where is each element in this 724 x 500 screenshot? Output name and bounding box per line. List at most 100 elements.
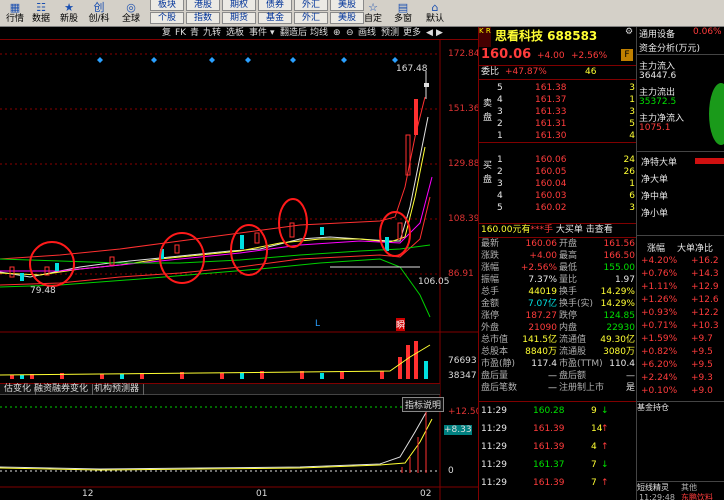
- settings-icon[interactable]: ⚙: [625, 27, 633, 37]
- news-item[interactable]: 11:29:48 东鹏饮料: [637, 493, 724, 500]
- forex-button-top[interactable]: 外汇: [294, 0, 328, 11]
- highlight-circle: [29, 241, 75, 287]
- stat-row: 振幅 7.37% 量比 1.97: [481, 275, 635, 285]
- new-stock-icon[interactable]: ★ 新股: [56, 1, 82, 26]
- big-order-stars: ***手: [530, 225, 554, 235]
- bid-row[interactable]: 1 160.06 24: [479, 154, 637, 166]
- candle: [109, 256, 115, 266]
- ask-row[interactable]: 4 161.37 1: [479, 94, 637, 106]
- main-net-value: 1075.1: [639, 123, 671, 133]
- big-order-link[interactable]: 大买单 击查看: [556, 225, 613, 235]
- event-marker: [97, 57, 103, 63]
- volume-bar: [240, 373, 244, 379]
- x-axis-label: 02: [420, 489, 432, 499]
- ask-row[interactable]: 3 161.33 3: [479, 106, 637, 118]
- bid-row[interactable]: 5 160.02 3: [479, 202, 637, 214]
- industry-tab[interactable]: 通用设备: [639, 27, 675, 40]
- net-small-label: 净小单: [641, 209, 669, 219]
- sector-button[interactable]: 板块: [150, 0, 184, 11]
- options-button[interactable]: 期权: [222, 0, 256, 11]
- ask-row[interactable]: 2 161.31 5: [479, 118, 637, 130]
- global-icon[interactable]: ◎ 全球: [118, 1, 144, 26]
- marker-l: L: [315, 319, 321, 329]
- fund-row[interactable]: +4.20% +16.2: [637, 255, 724, 267]
- net-super-large-bar: [695, 158, 724, 164]
- fund-row[interactable]: +1.59% +9.7: [637, 333, 724, 345]
- market-tag: K R: [479, 27, 491, 47]
- fund-panel: 通用设备 0.06% 资金分析(万元) 主力流入 36447.6 主力流出 35…: [636, 27, 724, 500]
- fund-row[interactable]: +0.71% +10.3: [637, 320, 724, 332]
- ma5-line: [0, 116, 429, 278]
- volume-bar: [20, 375, 24, 379]
- volume-bar: [320, 373, 324, 379]
- event-marker: [245, 57, 251, 63]
- tick-row: 11:29 160.28 9 ↓: [481, 406, 609, 416]
- indicator-tabs: 估变化 融资融券变化 机构预测器: [0, 383, 440, 395]
- futures-button[interactable]: 期货: [222, 12, 256, 24]
- tab-margin-change[interactable]: 融资融券变化: [30, 384, 94, 395]
- hk-stock-button[interactable]: 港股: [186, 0, 220, 11]
- star-market-icon[interactable]: 创创/科: [86, 1, 112, 26]
- ask-row[interactable]: 1 161.30 4: [479, 130, 637, 142]
- fund-row[interactable]: +2.24% +9.3: [637, 372, 724, 384]
- fund-holding-tab[interactable]: 基金持仓: [637, 401, 724, 413]
- fund-row[interactable]: +1.26% +12.6: [637, 294, 724, 306]
- forex-button[interactable]: 外汇: [294, 12, 328, 24]
- f-badge[interactable]: F: [621, 49, 633, 61]
- price-axis-label: 108.39: [448, 214, 480, 224]
- indicator-axis-label: 0: [448, 466, 454, 476]
- volume-bar: [424, 361, 428, 379]
- quotes-icon[interactable]: ▦ 行情: [2, 1, 28, 26]
- news-sub-label: 其他: [681, 483, 697, 492]
- ask-row[interactable]: 5 161.38 3: [479, 82, 637, 94]
- event-marker: [209, 57, 215, 63]
- event-marker: [290, 57, 296, 63]
- bid-row[interactable]: 3 160.04 1: [479, 178, 637, 190]
- kline-chart-panel[interactable]: 复 FK 青 九转 选板 事件 ▾ 翻造后 均线 ⊕ ⊖ 画线 预测 更多 ◀ …: [0, 27, 481, 500]
- event-marker: [151, 57, 157, 63]
- tick-row: 11:29 161.39 14 ↑: [481, 424, 609, 434]
- bid-ask-ratio-label: 委比: [481, 67, 500, 77]
- price-change: +4.00: [537, 51, 565, 61]
- fund-row[interactable]: +0.82% +9.5: [637, 346, 724, 358]
- volume-bar: [120, 374, 124, 379]
- tick-arrow-icon: ↑: [601, 478, 609, 488]
- individual-stock-button[interactable]: 个股: [150, 12, 184, 24]
- home-icon[interactable]: ⌂ 默认: [420, 1, 450, 26]
- fund-row[interactable]: +0.76% +14.3: [637, 268, 724, 280]
- candle: [240, 235, 244, 249]
- fund-button[interactable]: 基金: [258, 12, 292, 24]
- stock-name[interactable]: 思看科技 688583: [495, 27, 597, 44]
- bid-row[interactable]: 2 160.05 26: [479, 166, 637, 178]
- custom-icon[interactable]: ☆ 自定: [358, 1, 388, 26]
- bid-row[interactable]: 4 160.03 6: [479, 190, 637, 202]
- fund-row[interactable]: +1.11% +12.9: [637, 281, 724, 293]
- volume-axis-label: 38347: [448, 371, 477, 381]
- quote-panel: K R 思看科技 688583 ⚙ 160.06 +4.00 +2.56% F …: [478, 27, 637, 500]
- fund-pie: [709, 83, 724, 145]
- x-axis-label: 12: [82, 489, 94, 499]
- tab-institution-forecast[interactable]: 机构预测器: [90, 384, 145, 395]
- stat-row: 总市值 141.5亿 流通值 49.30亿: [481, 335, 635, 345]
- indicator-help-button[interactable]: 指标说明: [402, 397, 445, 412]
- bid-ask-ratio-value: +47.87%: [505, 67, 547, 77]
- fund-row[interactable]: +6.20% +9.5: [637, 359, 724, 371]
- net-super-large-label: 净特大单: [641, 158, 678, 168]
- index-button[interactable]: 指数: [186, 12, 220, 24]
- fund-row[interactable]: +0.10% +9.0: [637, 385, 724, 397]
- multi-window-icon[interactable]: ▤ 多窗: [388, 1, 418, 26]
- stat-row: 金额 7.07亿 换手(实) 14.29%: [481, 299, 635, 309]
- marker-red: 瞬: [396, 318, 406, 331]
- big-order-text: 160.00元有: [481, 225, 531, 235]
- fund-row[interactable]: +0.93% +12.2: [637, 307, 724, 319]
- last-price: 160.06: [481, 47, 532, 62]
- net-large-label: 净大单: [641, 175, 669, 185]
- bond-button[interactable]: 债券: [258, 0, 292, 11]
- chart-svg: [0, 40, 478, 500]
- data-icon[interactable]: ☷ 数据: [28, 1, 54, 26]
- col-net-ratio-header: 大单净比: [677, 244, 714, 254]
- indicator-axis-label: +8.33: [444, 425, 472, 435]
- tick-row: 11:29 161.37 7 ↓: [481, 460, 609, 470]
- main-toolbar: ▦ 行情 ☷ 数据 ★ 新股 创创/科 ◎ 全球 板块 港股 期权 债券 外汇 美股 个…: [0, 0, 724, 27]
- price-axis-label: 86.91: [448, 269, 474, 279]
